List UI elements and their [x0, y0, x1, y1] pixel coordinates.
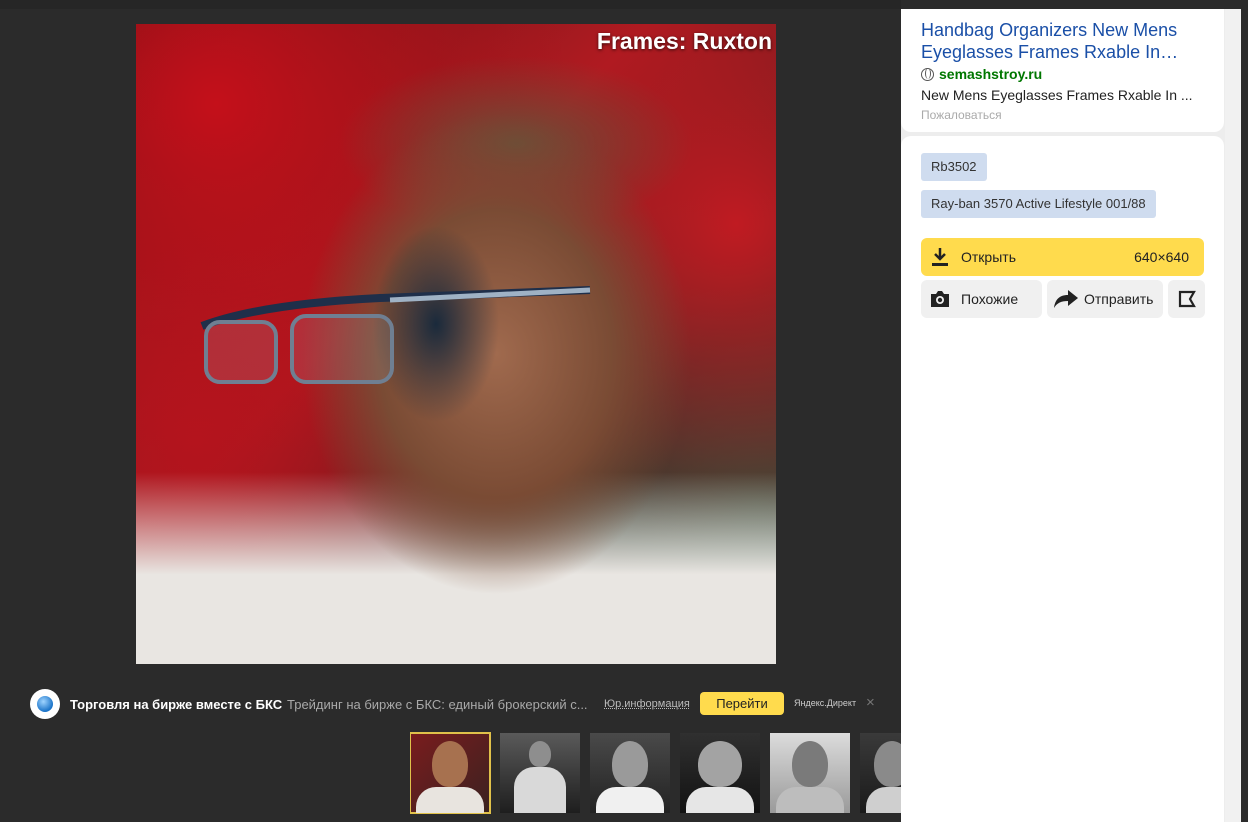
bookmark-icon — [1178, 290, 1196, 308]
result-title-link[interactable]: Handbag Organizers New Mens Eyeglasses F… — [921, 19, 1201, 63]
thumbnail-item[interactable] — [770, 733, 850, 813]
result-snippet: New Mens Eyeglasses Frames Rxable In ... — [921, 87, 1193, 103]
ad-legal-link[interactable]: Юр.информация — [604, 698, 690, 710]
result-site-link[interactable]: semashstroy.ru — [921, 66, 1042, 82]
actions-card: Rb3502 Ray-ban 3570 Active Lifestyle 001… — [901, 136, 1224, 822]
image-caption: Frames: Ruxton — [596, 28, 772, 54]
ad-go-button[interactable]: Перейти — [700, 692, 784, 715]
eyeglasses-illustration — [200, 286, 591, 384]
complain-link[interactable]: Пожаловаться — [921, 108, 1002, 122]
thumbnail-item[interactable] — [590, 733, 670, 813]
thumbnail-item[interactable] — [680, 733, 760, 813]
scrollbar[interactable] — [1225, 9, 1241, 822]
ad-network-label[interactable]: Яндекс.Директ — [794, 698, 856, 708]
ad-description[interactable]: Трейдинг на бирже с БКС: единый брокерск… — [287, 697, 592, 712]
ad-close-icon[interactable]: × — [866, 694, 875, 711]
viewer-topbar — [0, 0, 901, 9]
globe-icon — [921, 67, 934, 81]
image-size-label: 640×640 — [1134, 249, 1189, 265]
ad-banner[interactable]: Торговля на бирже вместе с БКС Трейдинг … — [30, 689, 890, 719]
open-button-label: Открыть — [961, 249, 1016, 265]
main-image[interactable]: Frames: Ruxton — [136, 24, 776, 664]
similar-button[interactable]: Похожие — [921, 280, 1042, 318]
thumbnail-item[interactable] — [860, 733, 901, 813]
camera-icon — [931, 291, 949, 307]
thumbnail-item[interactable] — [500, 733, 580, 813]
similar-button-label: Похожие — [961, 291, 1019, 307]
result-site-label: semashstroy.ru — [939, 66, 1043, 82]
collection-button[interactable] — [1168, 280, 1205, 318]
image-viewer: Frames: Ruxton Торговля на бирже вместе … — [0, 0, 901, 822]
tag-item[interactable]: Ray-ban 3570 Active Lifestyle 001/88 — [921, 190, 1156, 218]
source-card: Handbag Organizers New Mens Eyeglasses F… — [901, 9, 1224, 132]
share-button-label: Отправить — [1084, 291, 1154, 307]
ad-title[interactable]: Торговля на бирже вместе с БКС — [70, 697, 282, 712]
share-arrow-icon — [1054, 290, 1078, 308]
side-panel: Handbag Organizers New Mens Eyeglasses F… — [901, 9, 1225, 822]
download-icon — [932, 248, 948, 266]
tag-item[interactable]: Rb3502 — [921, 153, 987, 181]
advertiser-logo-icon — [30, 689, 60, 719]
share-button[interactable]: Отправить — [1047, 280, 1163, 318]
thumbnail-strip — [410, 732, 901, 814]
thumbnail-item[interactable] — [410, 732, 491, 814]
open-button[interactable]: Открыть 640×640 — [921, 238, 1204, 276]
